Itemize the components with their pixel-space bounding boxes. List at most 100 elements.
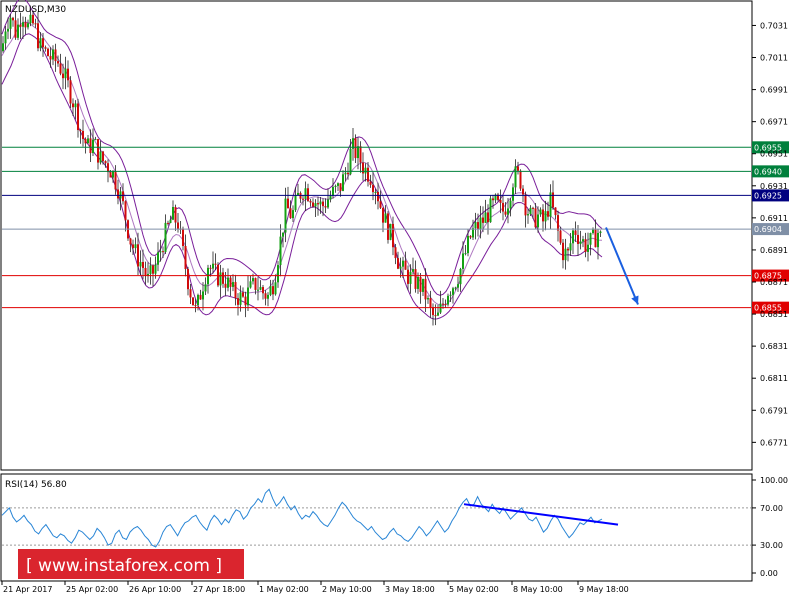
candle-body-230 [577,234,579,244]
candle-body-99 [249,281,252,288]
candle-body-220 [552,192,554,208]
candle-body-9 [24,22,27,28]
candle-body-164 [412,269,414,272]
candle-body-7 [19,24,22,27]
candle-body-2 [7,28,9,32]
candle-body-174 [437,312,439,316]
candle-body-40 [102,151,104,162]
candle-body-43 [109,172,112,178]
candle-body-234 [587,244,589,252]
candle-body-120 [302,198,304,200]
candle-body-6 [17,24,19,38]
candle-body-5 [14,20,17,38]
price-tick-label-9: 0.6851 [760,310,788,319]
candle-body-109 [274,282,277,295]
candle-body-75 [189,289,192,298]
candle-body-63 [159,251,162,253]
candle-body-20 [52,49,54,60]
candle-body-105 [264,293,267,299]
candle-body-14 [37,23,39,49]
candle-body-173 [434,315,437,317]
candle-body-96 [242,292,244,297]
candle-body-227 [569,243,572,251]
candle-body-187 [469,235,472,238]
candle-body-24 [62,73,64,79]
candle-body-180 [452,288,454,295]
candle-body-139 [349,148,352,175]
price-tick-label-10: 0.6831 [760,342,788,351]
candle-body-16 [42,38,44,48]
candle-body-211 [529,207,532,215]
candle-body-219 [549,192,552,217]
candle-body-210 [527,214,529,216]
candle-body-88 [222,272,224,284]
candle-body-166 [417,276,419,289]
candle-body-232 [582,239,584,242]
candle-body-112 [282,232,284,237]
candle-body-221 [554,207,557,216]
candle-body-101 [254,278,257,290]
candle-body-51 [129,238,132,245]
rsi-tick-label-2: 30.00 [760,541,783,550]
candle-body-237 [594,229,597,248]
candle-body-207 [519,170,522,189]
candle-body-150 [377,191,379,202]
candle-body-157 [394,247,397,259]
candle-body-143 [359,146,362,163]
candle-body-44 [112,171,114,178]
candle-body-104 [262,287,264,294]
candle-body-131 [329,196,332,200]
x-tick-label-5: 2 May 10:00 [322,585,372,594]
candle-body-182 [457,284,459,288]
price-tick-label-0: 0.7031 [760,21,788,30]
candle-body-100 [252,278,254,282]
candle-body-133 [334,185,337,187]
candle-body-57 [144,267,147,276]
candle-body-172 [432,307,434,316]
price-tick-label-7: 0.6891 [760,246,788,255]
x-tick-label-3: 27 Apr 18:00 [193,585,245,594]
candle-body-217 [544,211,547,222]
candle-body-168 [422,278,424,292]
candle-body-162 [407,269,409,284]
candle-body-66 [167,222,169,224]
x-tick-label-4: 1 May 02:00 [259,585,309,594]
candle-body-179 [449,294,452,296]
candle-body-128 [322,201,324,207]
price-tick-label-2: 0.6991 [760,86,788,95]
x-tick-label-8: 8 May 10:00 [513,585,563,594]
price-tick-label-8: 0.6871 [760,278,788,287]
candle-body-91 [229,277,232,287]
candle-body-53 [134,244,137,249]
candle-body-77 [194,305,197,307]
candle-body-223 [559,230,562,243]
candle-body-195 [489,198,492,223]
candle-body-186 [467,235,469,254]
candle-body-87 [219,272,222,286]
candle-body-116 [292,210,294,219]
candle-body-196 [492,198,494,201]
candle-body-163 [409,271,412,284]
candle-body-132 [332,186,334,197]
x-ticks: 21 Apr 2017 25 Apr 02:00 26 Apr 10:00 27 Ap… [1,581,629,594]
candle-body-54 [137,244,139,267]
candle-body-49 [124,201,127,221]
candle-body-190 [477,222,479,230]
candle-body-28 [72,103,74,108]
candle-body-146 [367,167,369,182]
candle-body-110 [277,265,279,283]
candle-body-199 [499,199,502,203]
candle-body-125 [314,203,317,207]
candle-body-138 [347,172,349,175]
candle-body-18 [47,48,49,56]
candle-body-65 [164,222,167,252]
candle-body-64 [162,251,164,253]
rsi-tick-label-1: 70.00 [760,504,783,513]
price-tick-label-12: 0.6791 [760,406,788,415]
candle-body-169 [424,278,427,300]
candle-body-68 [172,207,174,220]
rsi-y-ticks: 100.00 70.00 30.00 0.00 [752,476,788,578]
candle-body-80 [202,291,204,300]
candle-body-159 [399,266,402,269]
candle-body-19 [49,55,52,60]
